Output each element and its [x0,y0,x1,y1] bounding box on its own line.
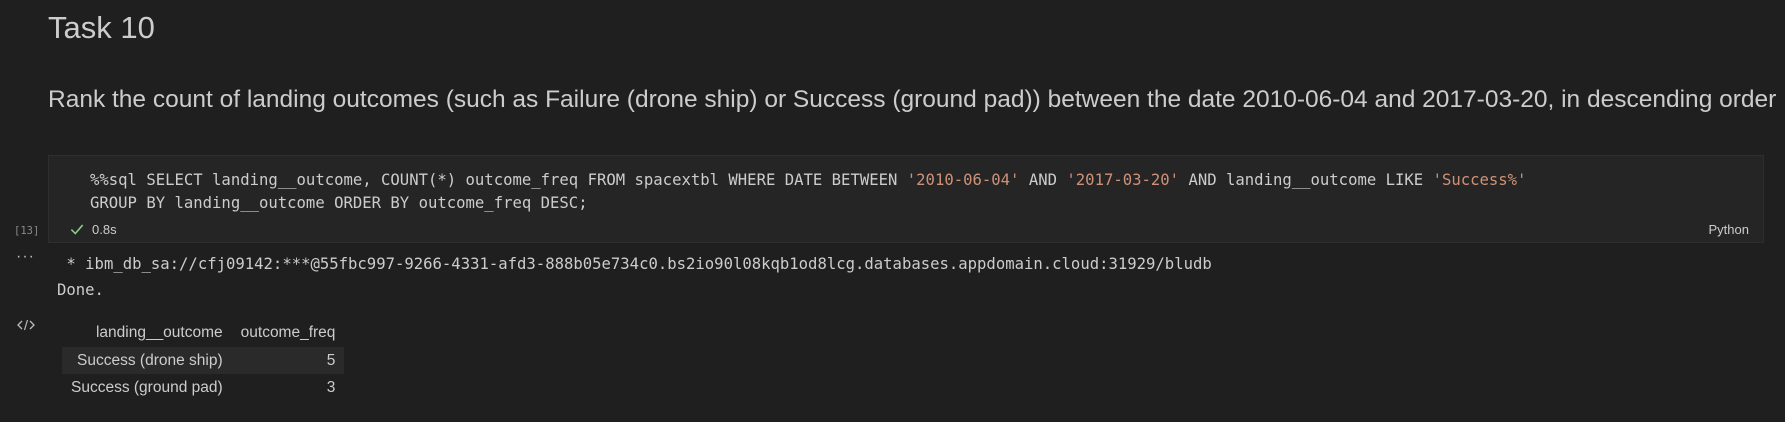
table-row: Success (drone ship) 5 [62,347,345,374]
execution-duration: 0.8s [92,221,117,237]
table-cell: 5 [231,347,345,374]
execution-count: [13] [14,225,40,237]
ellipsis-icon[interactable]: ··· [16,249,35,265]
table-header-row: landing__outcome outcome_freq [62,320,344,347]
check-icon [70,224,84,235]
output-stream: * ibm_db_sa://cfj09142:***@55fbc997-9266… [57,251,1212,303]
code-string: 'Success%' [1432,171,1527,189]
code-cell[interactable]: %%sql SELECT landing__outcome, COUNT(*) … [48,155,1764,243]
column-header: landing__outcome [95,323,223,341]
code-text: %%sql SELECT landing__outcome, COUNT(*) … [90,171,907,189]
table-cell: Success (drone ship) [62,347,232,374]
table-cell: Success (ground pad) [71,378,223,396]
code-text: AND landing__outcome LIKE [1179,171,1433,189]
markdown-description: Rank the count of landing outcomes (such… [48,86,1777,113]
result-table: landing__outcome outcome_freq Success (d… [62,320,345,401]
done-text: Done. [57,281,104,299]
execution-status: 0.8s [68,220,117,238]
connection-string: * ibm_db_sa://cfj09142:***@55fbc997-9266… [57,255,1212,273]
notebook-page: Task 10 Rank the count of landing outcom… [0,0,1785,422]
code-text: GROUP BY landing__outcome ORDER BY outco… [90,194,588,212]
language-picker[interactable]: Python [1709,222,1749,237]
code-editor[interactable]: %%sql SELECT landing__outcome, COUNT(*) … [90,169,1526,215]
table-row: Success (ground pad) 3 [62,374,344,401]
code-icon[interactable] [16,318,36,332]
code-string: '2010-06-04' [906,171,1020,189]
table-cell: 3 [326,378,336,396]
code-text: AND [1019,171,1067,189]
column-header: outcome_freq [240,323,336,341]
markdown-heading: Task 10 [48,10,155,45]
code-string: '2017-03-20' [1066,171,1180,189]
